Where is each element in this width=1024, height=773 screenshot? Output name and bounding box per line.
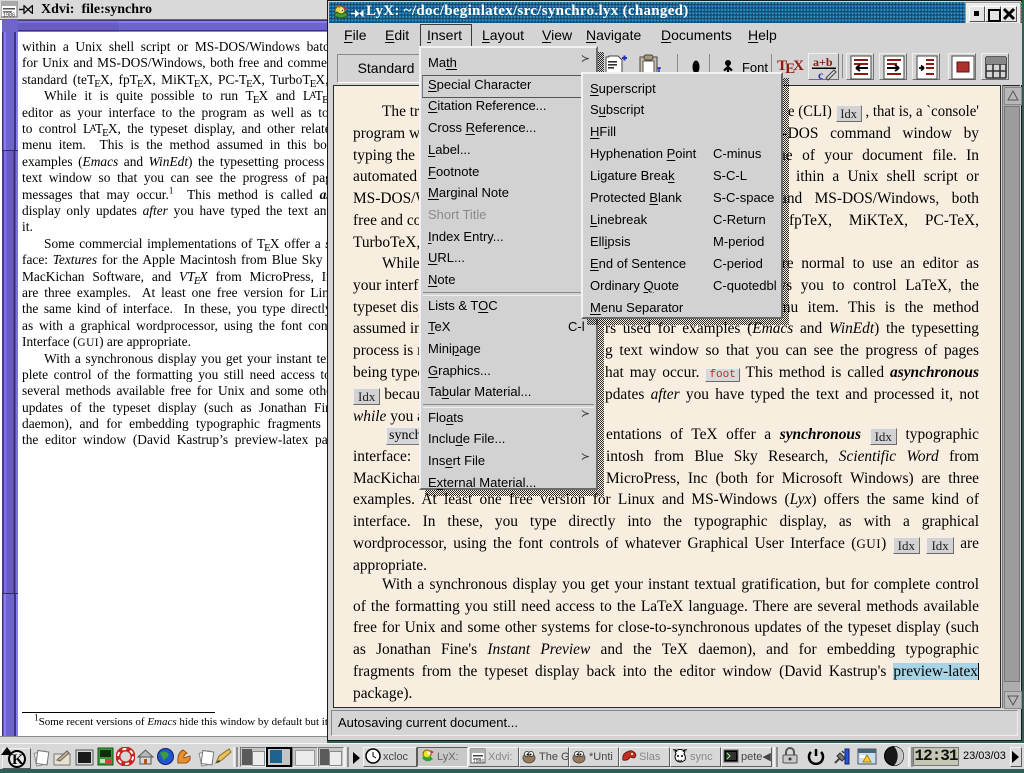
svg-text:1986: 1986 [473,759,484,764]
svg-text:K: K [12,752,24,768]
svg-text:1986: 1986 [3,13,15,19]
svg-text:c: c [818,68,824,81]
svg-text:a+b: a+b [813,55,833,69]
